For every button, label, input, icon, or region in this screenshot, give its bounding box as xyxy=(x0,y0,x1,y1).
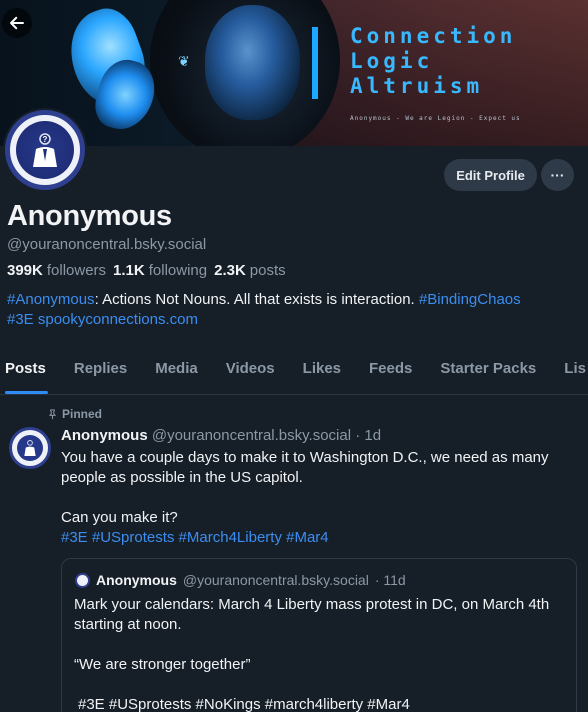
tab-videos[interactable]: Videos xyxy=(212,350,289,394)
small-butterfly-icon: ❦ xyxy=(178,53,190,69)
quoted-timestamp: · 11d xyxy=(374,572,406,588)
quoted-hashtags: #3E #USprotests #NoKings #march4liberty … xyxy=(78,696,410,712)
tab-posts[interactable]: Posts xyxy=(0,350,60,394)
followers-count: 399K xyxy=(7,262,43,279)
profile-handle: @youranoncentral.bsky.social xyxy=(7,236,207,253)
posts-label: posts xyxy=(249,262,286,279)
post-text-line: You have a couple days to make it to Was… xyxy=(61,449,549,486)
post-author-handle[interactable]: @youranoncentral.bsky.social xyxy=(152,427,351,444)
arrow-left-icon xyxy=(10,16,24,30)
quoted-post-header: Anonymous @youranoncentral.bsky.social ·… xyxy=(75,572,406,588)
avatar-suit-emblem: ? xyxy=(16,121,74,179)
ellipsis-icon: ··· xyxy=(550,167,565,183)
tab-lists[interactable]: Lis xyxy=(550,350,588,394)
quoted-post-body: Mark your calendars: March 4 Liberty mas… xyxy=(74,595,564,712)
pinned-indicator: Pinned xyxy=(47,407,102,421)
followers-label: followers xyxy=(46,262,107,279)
headless-suit-icon: ? xyxy=(33,133,57,167)
following-count: 1.1K xyxy=(113,262,145,279)
profile-banner[interactable]: ❦ Connection Logic Altruism Anonymous - … xyxy=(0,0,588,146)
quoted-spacer xyxy=(74,635,564,655)
post-header: Anonymous @youranoncentral.bsky.social ·… xyxy=(61,427,381,444)
post-author-name[interactable]: Anonymous xyxy=(61,427,148,444)
profile-avatar[interactable]: ? xyxy=(3,108,87,192)
avatar-suit-emblem-small xyxy=(17,435,43,461)
bio-hashtag-3e[interactable]: #3E xyxy=(7,311,34,328)
banner-small-text: Anonymous - We are Legion - Expect us xyxy=(350,115,521,122)
profile-tabs: Posts Replies Media Videos Likes Feeds S… xyxy=(0,350,588,395)
profile-bio: #Anonymous: Actions Not Nouns. All that … xyxy=(7,290,583,330)
more-options-button[interactable]: ··· xyxy=(541,159,574,191)
following-label: following xyxy=(148,262,208,279)
tab-replies[interactable]: Replies xyxy=(60,350,141,394)
banner-line-1: Connection xyxy=(350,24,517,48)
post-author-avatar[interactable] xyxy=(9,427,51,469)
headless-suit-icon xyxy=(24,440,36,456)
svg-text:?: ? xyxy=(43,135,48,144)
tab-starter-packs[interactable]: Starter Packs xyxy=(426,350,550,394)
bio-hashtag-bindingchaos[interactable]: #BindingChaos xyxy=(419,291,521,308)
quoted-post[interactable]: Anonymous @youranoncentral.bsky.social ·… xyxy=(61,558,577,712)
quoted-author-avatar xyxy=(75,572,90,588)
banner-mask-glow xyxy=(205,5,300,120)
tab-likes[interactable]: Likes xyxy=(289,350,355,394)
pin-icon xyxy=(49,408,56,419)
avatar-seal: ? xyxy=(5,110,85,190)
posts-count: 2.3K xyxy=(214,262,246,279)
bio-website-link[interactable]: spookyconnections.com xyxy=(38,311,198,328)
pinned-label: Pinned xyxy=(62,407,103,421)
post-timestamp[interactable]: · 1d xyxy=(355,427,381,444)
post-body[interactable]: You have a couple days to make it to Was… xyxy=(61,448,581,548)
quoted-author-name: Anonymous xyxy=(96,572,177,588)
tab-feeds[interactable]: Feeds xyxy=(355,350,426,394)
quoted-spacer xyxy=(74,675,564,695)
edit-profile-button[interactable]: Edit Profile xyxy=(444,159,537,191)
tab-media[interactable]: Media xyxy=(141,350,212,394)
posts-stat: 2.3K posts xyxy=(214,262,286,279)
following-stat[interactable]: 1.1K following xyxy=(113,262,207,279)
post-spacer xyxy=(61,488,581,508)
banner-line-2: Logic xyxy=(350,49,434,73)
banner-line-3: Altruism xyxy=(350,74,484,98)
quoted-text-line: “We are stronger together” xyxy=(74,656,251,673)
post-hashtags[interactable]: #3E #USprotests #March4Liberty #Mar4 xyxy=(61,528,581,548)
bio-hashtag-anonymous[interactable]: #Anonymous xyxy=(7,291,95,308)
display-name: Anonymous xyxy=(7,200,172,232)
post-text-line: Can you make it? xyxy=(61,509,178,526)
followers-stat[interactable]: 399K followers xyxy=(7,262,106,279)
quoted-author-handle: @youranoncentral.bsky.social xyxy=(182,572,369,588)
banner-accent-bar xyxy=(312,27,318,99)
bio-text: : Actions Not Nouns. All that exists is … xyxy=(94,291,419,308)
back-button[interactable] xyxy=(2,8,32,38)
quoted-text-line: Mark your calendars: March 4 Liberty mas… xyxy=(74,596,550,633)
profile-stats: 399K followers 1.1K following 2.3K posts xyxy=(7,262,286,279)
